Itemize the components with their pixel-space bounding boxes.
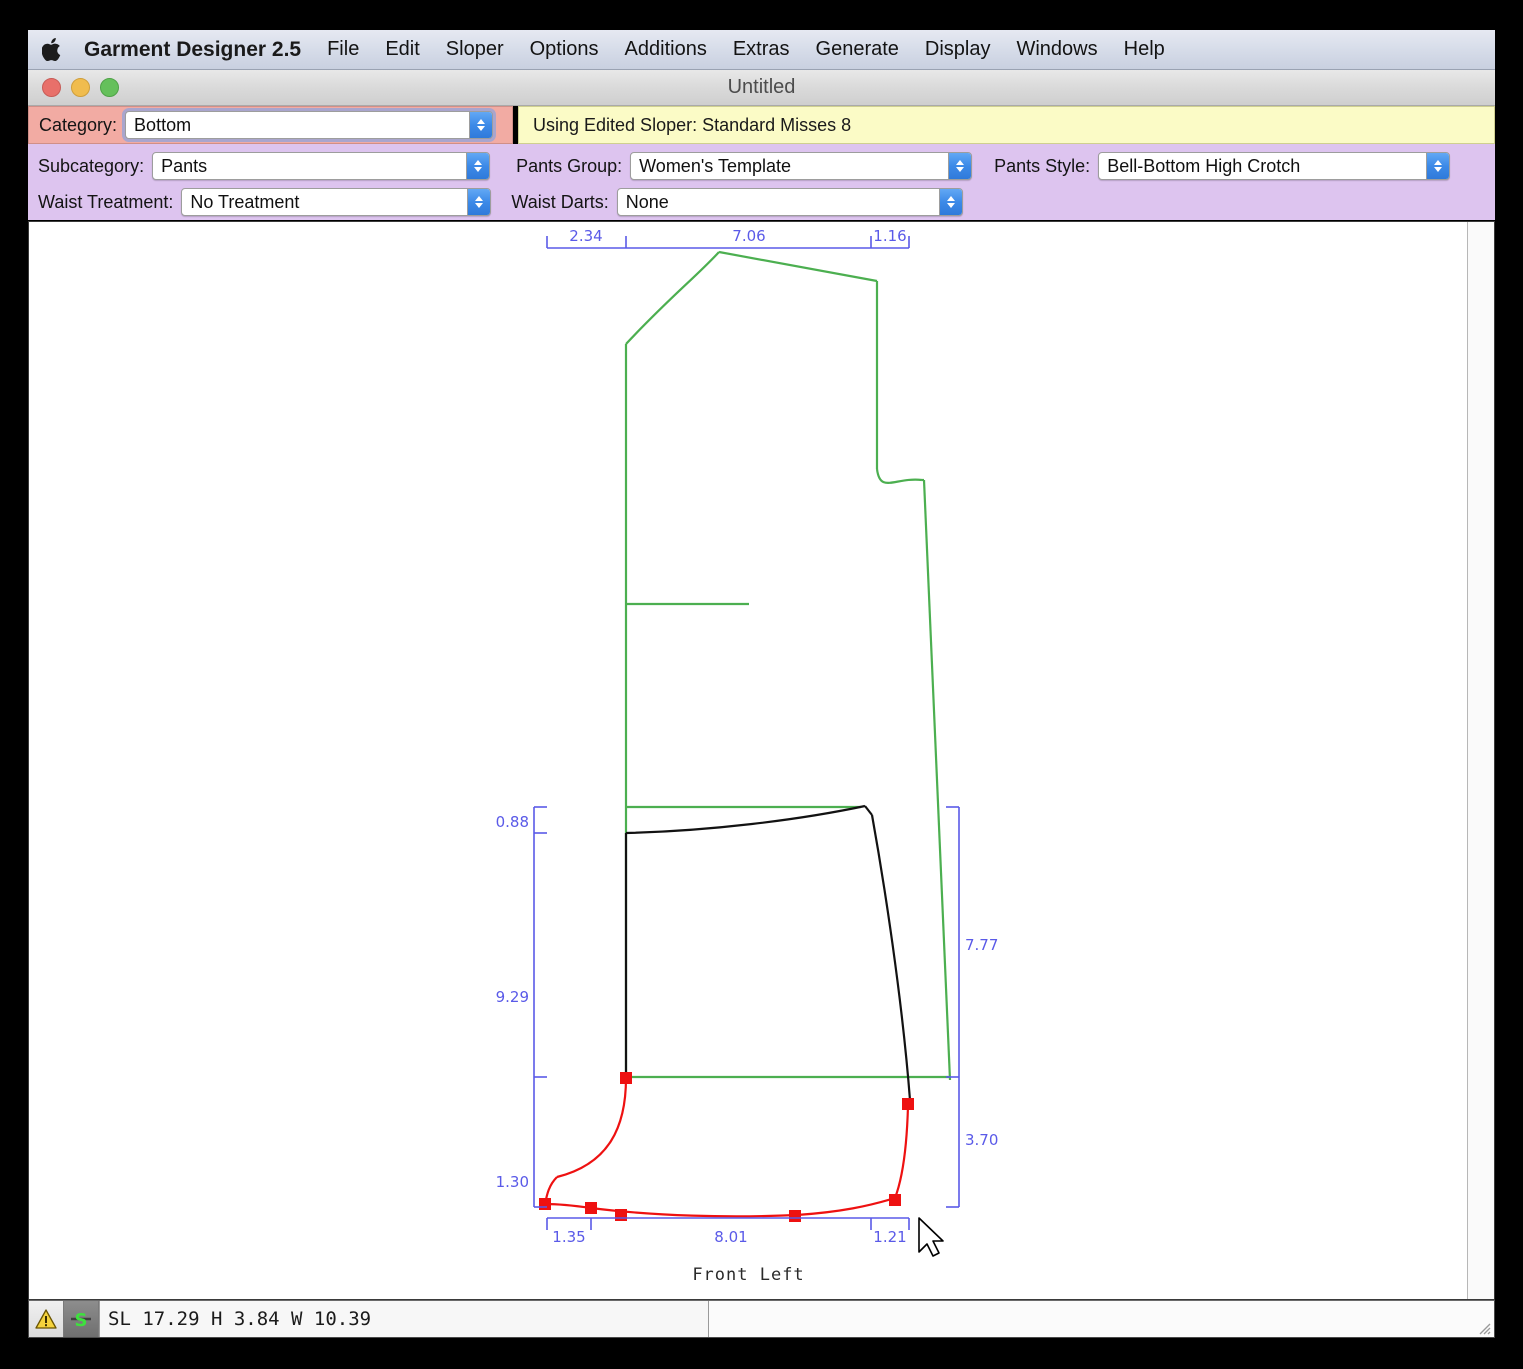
app-window: Garment Designer 2.5 File Edit Sloper Op…: [0, 0, 1523, 1369]
menu-item-windows[interactable]: Windows: [1016, 38, 1097, 61]
sloper-s-icon[interactable]: S: [64, 1301, 99, 1337]
control-point: [615, 1209, 627, 1221]
pants-style-label: Pants Style:: [994, 155, 1091, 176]
pants-style-value: Bell-Bottom High Crotch: [1107, 155, 1301, 176]
sloper-outline-green: [624, 250, 952, 1081]
right-dimension-labels: 7.77 3.70: [965, 936, 998, 1149]
category-select[interactable]: Bottom: [125, 111, 494, 139]
left-dimension-brackets: [533, 806, 547, 1208]
waist-row: Waist Treatment: No Treatment Waist Dart…: [28, 184, 1495, 220]
menu-app-title[interactable]: Garment Designer 2.5: [84, 38, 301, 62]
warning-triangle-icon[interactable]: [29, 1301, 64, 1337]
menu-item-help[interactable]: Help: [1124, 38, 1165, 61]
dim-top-1: 2.34: [569, 227, 602, 245]
sloper-status-pane: Using Edited Sloper: Standard Misses 8: [518, 106, 1495, 144]
subcategory-select[interactable]: Pants: [152, 152, 491, 180]
category-row: Category: Bottom Using Edited Sloper: St…: [28, 106, 1495, 144]
bottom-dimension-labels: 1.35 8.01 1.21: [552, 1228, 906, 1246]
measurement-readout: SL 17.29 H 3.84 W 10.39: [99, 1301, 709, 1337]
subcategory-label: Subcategory:: [38, 155, 145, 176]
waist-treatment-label: Waist Treatment:: [38, 191, 174, 212]
sloper-status-text: Using Edited Sloper: Standard Misses 8: [533, 114, 852, 135]
control-point: [620, 1072, 632, 1084]
svg-text:S: S: [75, 1310, 88, 1330]
control-point: [889, 1194, 901, 1206]
garment-outline-black: [624, 804, 912, 1107]
dim-bottom-3: 1.21: [873, 1228, 906, 1246]
pants-group-select[interactable]: Women's Template: [630, 152, 973, 180]
pants-group-value: Women's Template: [639, 155, 791, 176]
dim-right-1: 7.77: [965, 936, 998, 954]
chevron-updown-icon[interactable]: [469, 112, 493, 138]
waist-darts-value: None: [625, 191, 669, 212]
subcategory-row: Subcategory: Pants Pants Group: Women's …: [28, 148, 1495, 184]
category-value: Bottom: [134, 114, 192, 135]
waist-treatment-value: No Treatment: [190, 191, 300, 212]
menu-item-file[interactable]: File: [327, 38, 359, 61]
mouse-cursor: [918, 1217, 944, 1257]
window-title: Untitled: [727, 76, 796, 98]
dim-bottom-1: 1.35: [552, 1228, 585, 1246]
category-pane: Category: Bottom: [28, 106, 513, 144]
pattern-canvas[interactable]: 2.34 7.06 1.16 0.88 9.29 1.30 7.77 3.70 …: [28, 221, 1495, 1300]
menu-item-edit[interactable]: Edit: [385, 38, 419, 61]
pattern-options-pane: Subcategory: Pants Pants Group: Women's …: [28, 144, 1495, 220]
chevron-updown-icon[interactable]: [466, 153, 490, 179]
window-title-bar[interactable]: Untitled: [28, 70, 1495, 106]
control-point: [539, 1198, 551, 1210]
dim-left-3: 1.30: [496, 1173, 529, 1191]
dim-left-1: 0.88: [496, 813, 529, 831]
dim-top-2: 7.06: [732, 227, 765, 245]
menu-item-display[interactable]: Display: [925, 38, 991, 61]
chevron-updown-icon[interactable]: [938, 189, 962, 215]
apple-logo-icon[interactable]: [40, 35, 66, 65]
waist-darts-label: Waist Darts:: [511, 191, 609, 212]
dim-right-2: 3.70: [965, 1131, 998, 1149]
menu-bar: Garment Designer 2.5 File Edit Sloper Op…: [28, 30, 1495, 70]
menu-item-sloper[interactable]: Sloper: [446, 38, 504, 61]
pattern-piece-label: Front Left: [692, 1265, 805, 1285]
left-dimension-labels: 0.88 9.29 1.30: [496, 813, 529, 1191]
resize-grip-icon: [1479, 1323, 1491, 1335]
dim-left-2: 9.29: [496, 988, 529, 1006]
vertical-scrollbar[interactable]: [1467, 222, 1494, 1299]
pants-group-label: Pants Group:: [516, 155, 623, 176]
hem-control-points: [539, 1072, 914, 1222]
status-bar: S SL 17.29 H 3.84 W 10.39: [28, 1300, 1495, 1338]
chevron-updown-icon[interactable]: [948, 153, 972, 179]
subcategory-value: Pants: [161, 155, 208, 176]
pants-style-select[interactable]: Bell-Bottom High Crotch: [1098, 152, 1451, 180]
menu-item-additions[interactable]: Additions: [625, 38, 707, 61]
chevron-updown-icon[interactable]: [467, 189, 491, 215]
top-dimension-labels: 2.34 7.06 1.16: [569, 227, 906, 245]
waist-darts-select[interactable]: None: [616, 188, 963, 216]
waist-treatment-select[interactable]: No Treatment: [181, 188, 492, 216]
control-point: [789, 1210, 801, 1222]
hem-curve-red: [543, 1077, 910, 1218]
pattern-drawing: 2.34 7.06 1.16 0.88 9.29 1.30 7.77 3.70 …: [496, 227, 998, 1257]
control-point: [902, 1098, 914, 1110]
status-blank-area: [709, 1301, 1494, 1337]
right-dimension-brackets: [946, 806, 960, 1208]
menu-item-extras[interactable]: Extras: [733, 38, 790, 61]
menu-item-generate[interactable]: Generate: [816, 38, 899, 61]
dim-bottom-2: 8.01: [714, 1228, 747, 1246]
dim-top-3: 1.16: [873, 227, 906, 245]
chevron-updown-icon[interactable]: [1426, 153, 1450, 179]
menu-item-options[interactable]: Options: [530, 38, 599, 61]
category-label: Category:: [39, 114, 118, 135]
control-point: [585, 1202, 597, 1214]
